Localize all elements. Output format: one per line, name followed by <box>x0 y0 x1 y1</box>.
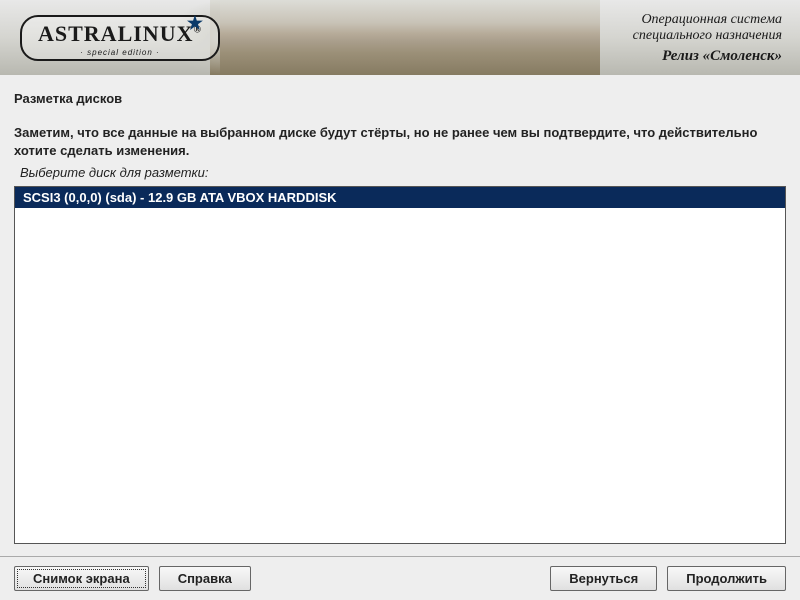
footer-right-group: Вернуться Продолжить <box>550 566 786 591</box>
star-icon: ★ <box>187 13 204 34</box>
os-name-line2: специального назначения <box>633 28 782 44</box>
logo-subtitle: · special edition · <box>80 48 159 57</box>
installer-header: ★ ASTRALINUX® · special edition · Операц… <box>0 0 800 75</box>
release-name: Релиз «Смоленск» <box>633 48 782 65</box>
logo-main: ASTRALINUX <box>38 21 193 46</box>
header-background-image <box>210 0 600 75</box>
warning-text: Заметим, что все данные на выбранном дис… <box>14 124 786 159</box>
disk-list[interactable]: SCSI3 (0,0,0) (sda) - 12.9 GB ATA VBOX H… <box>14 186 786 544</box>
disk-item[interactable]: SCSI3 (0,0,0) (sda) - 12.9 GB ATA VBOX H… <box>15 187 785 208</box>
help-button[interactable]: Справка <box>159 566 251 591</box>
logo: ★ ASTRALINUX® · special edition · <box>20 15 220 61</box>
content-area: Разметка дисков Заметим, что все данные … <box>0 75 800 544</box>
footer-left-group: Снимок экрана Справка <box>14 566 251 591</box>
page-title: Разметка дисков <box>14 91 786 106</box>
prompt-text: Выберите диск для разметки: <box>20 165 786 180</box>
continue-button[interactable]: Продолжить <box>667 566 786 591</box>
screenshot-button[interactable]: Снимок экрана <box>14 566 149 591</box>
footer-toolbar: Снимок экрана Справка Вернуться Продолжи… <box>0 556 800 600</box>
os-name-line1: Операционная система <box>633 12 782 28</box>
back-button[interactable]: Вернуться <box>550 566 657 591</box>
header-release-info: Операционная система специального назнач… <box>633 12 782 65</box>
logo-text: ★ ASTRALINUX® · special edition · <box>20 15 220 61</box>
